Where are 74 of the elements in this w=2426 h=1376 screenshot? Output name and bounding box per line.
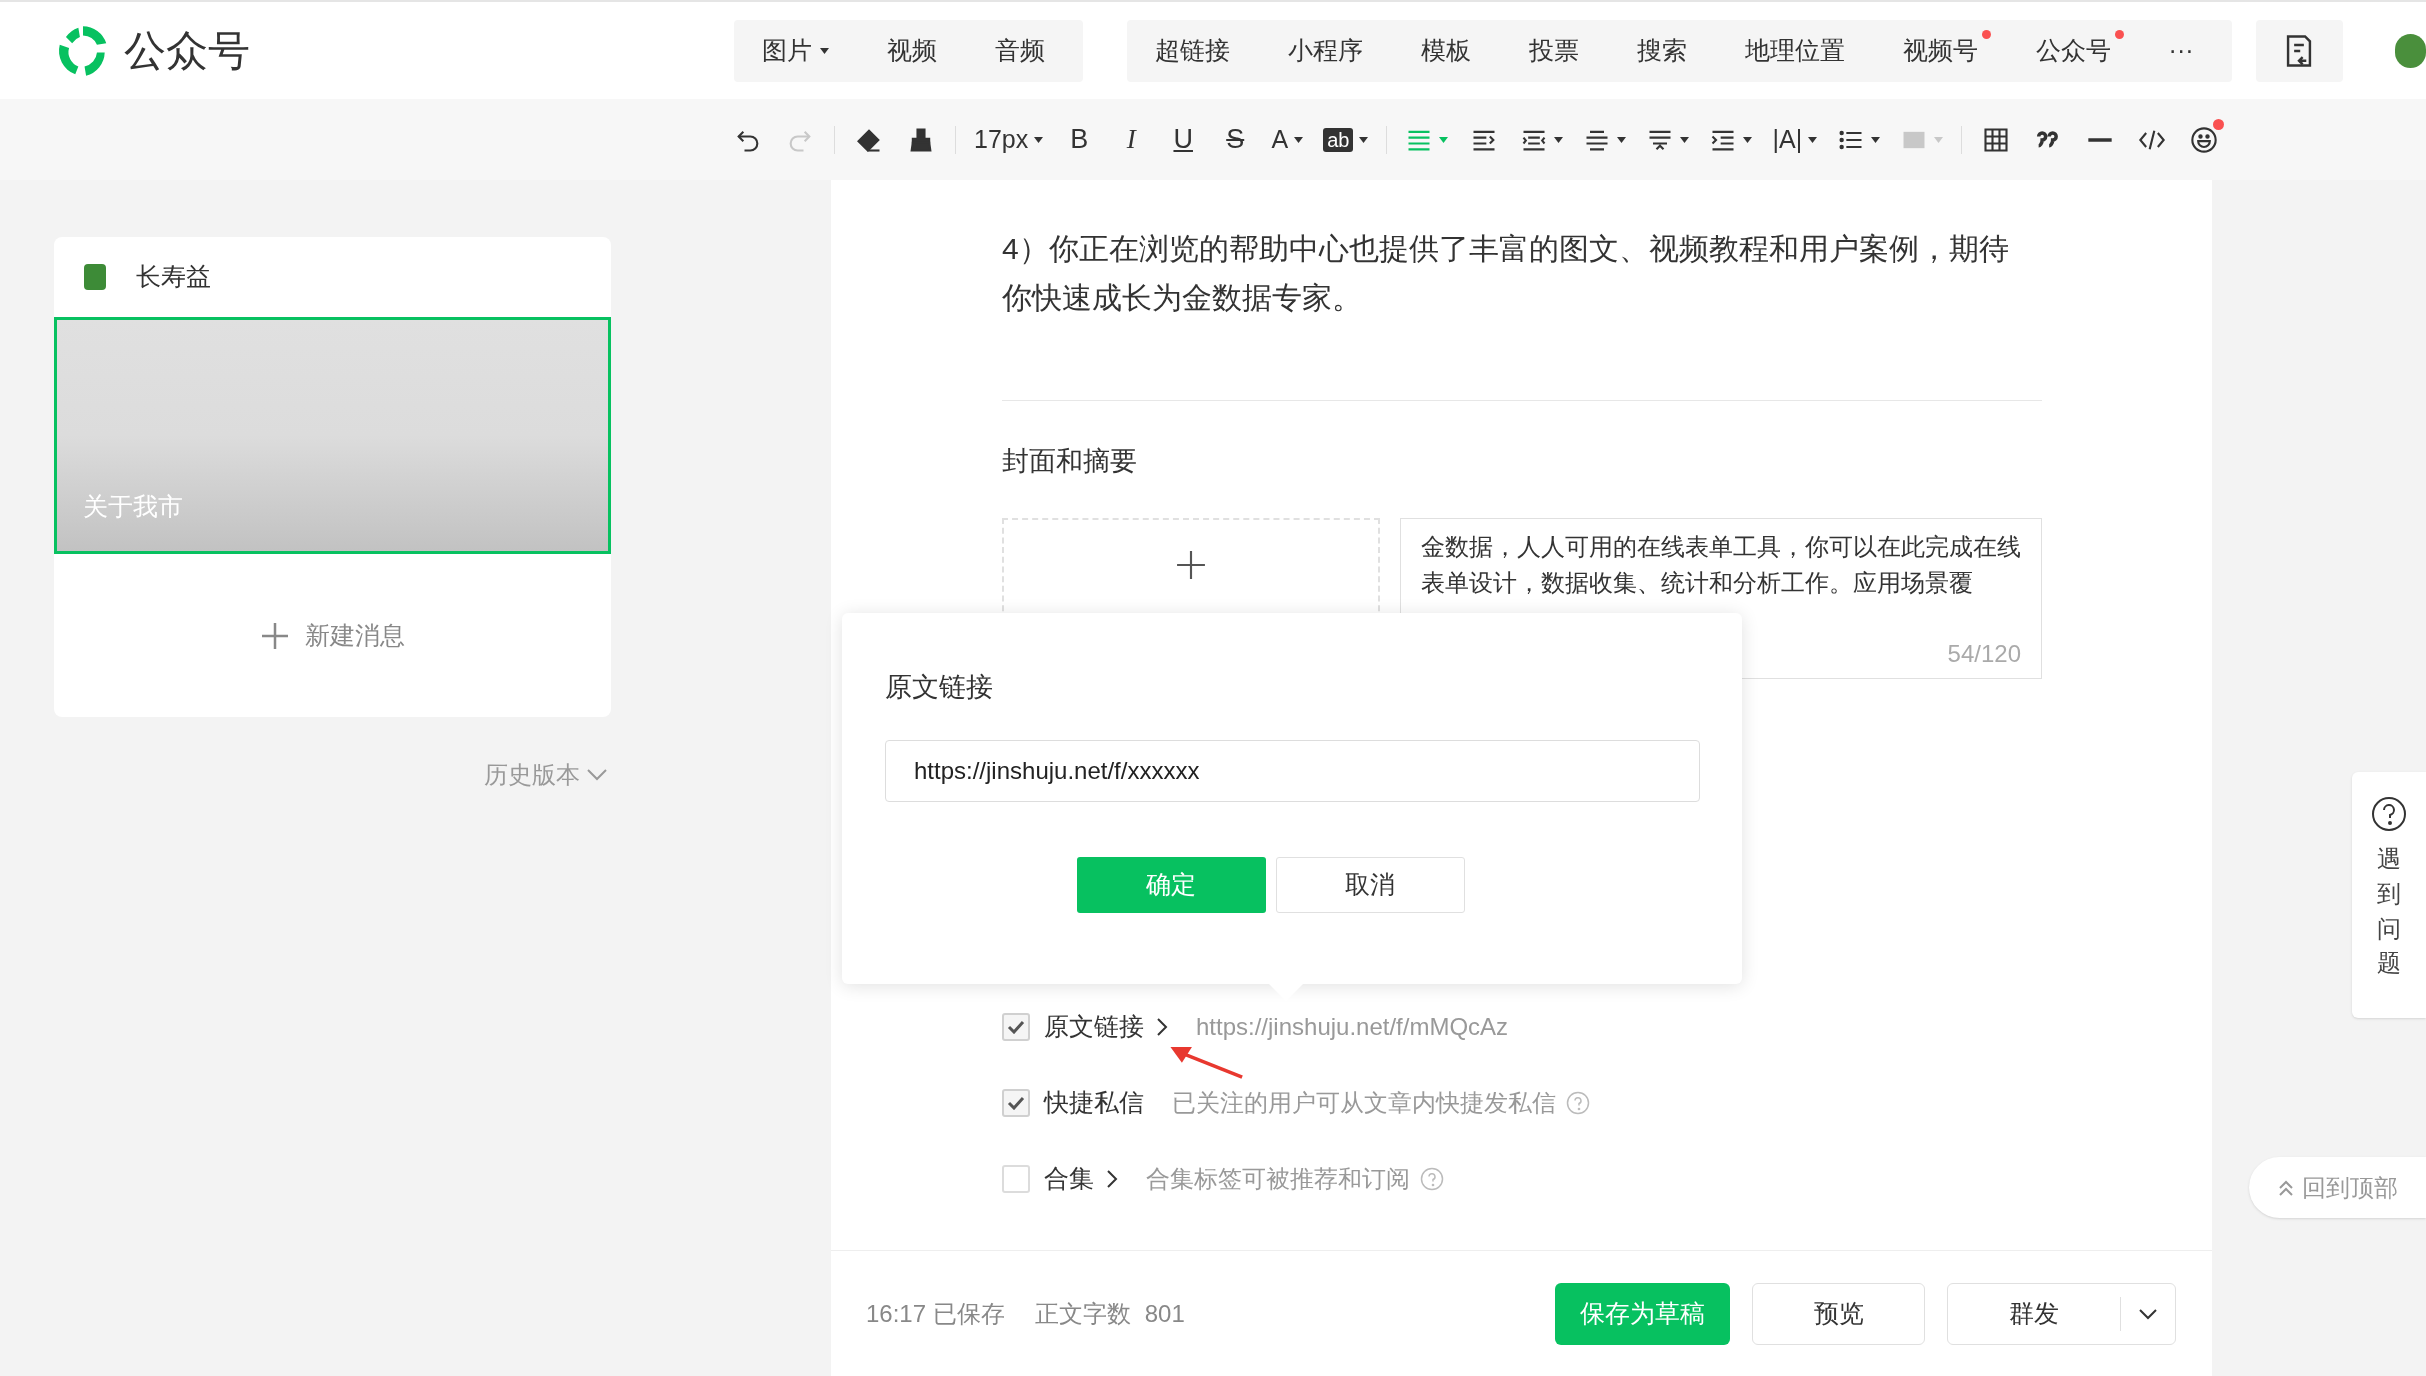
option-label: 原文链接	[1044, 1010, 1144, 1042]
caret-icon	[1680, 136, 1690, 143]
toolbar-button[interactable]: A	[1261, 114, 1314, 165]
new-message-button[interactable]: 新建消息	[54, 554, 611, 717]
plus-icon	[260, 621, 289, 650]
toolbar-button[interactable]: I	[1105, 114, 1158, 165]
plus-icon	[1176, 549, 1206, 580]
caret-icon	[1617, 136, 1627, 143]
toolbar-tab[interactable]: 图片	[757, 27, 843, 74]
toolbar-tab[interactable]: 视频	[882, 27, 951, 74]
dialog-title: 原文链接	[885, 671, 994, 704]
checkbox[interactable]	[1002, 1164, 1030, 1193]
article-paragraph: 4）你正在浏览的帮助中心也提供了丰富的图文、视频教程和用户案例，期待你快速成长为金数据专家。	[1002, 231, 2010, 316]
toolbar-button[interactable]: ab	[1313, 114, 1379, 165]
caret-icon	[1743, 136, 1753, 143]
word-count-label: 正文字数	[1034, 1298, 1131, 1329]
account-avatar[interactable]	[2395, 33, 2426, 68]
toolbar-tab[interactable]: 搜索	[1632, 27, 1701, 74]
caret-icon	[1294, 136, 1304, 143]
preview-toggle-button[interactable]	[2255, 19, 2343, 82]
brush-icon	[907, 125, 935, 154]
section-title: 封面和摘要	[1002, 445, 1138, 478]
caret-icon	[1871, 136, 1881, 143]
option-description: 已关注的用户可从文章内快捷发私信	[1172, 1087, 1556, 1118]
toolbar-tab[interactable]: 地理位置	[1740, 27, 1859, 74]
toolbar-button[interactable]: U	[1157, 114, 1210, 165]
account-name: 长寿益	[136, 261, 211, 293]
toolbar-button[interactable]: B	[1053, 114, 1106, 165]
help-label: 遇到问题	[2377, 844, 2401, 979]
caret-icon	[1439, 136, 1449, 143]
chevron-down-icon	[586, 768, 608, 782]
character-count: 54/120	[1947, 638, 2021, 669]
toolbar-tab[interactable]: 投票	[1524, 27, 1593, 74]
word-count: 801	[1144, 1298, 1185, 1329]
caret-icon	[1808, 136, 1818, 143]
save-status: 16:17 已保存	[866, 1298, 1005, 1329]
app-title: 公众号	[124, 26, 250, 76]
checkbox[interactable]	[1002, 1088, 1030, 1117]
help-icon	[2371, 796, 2407, 832]
toolbar-button[interactable]: S	[1209, 114, 1262, 165]
option-label: 合集	[1044, 1162, 1094, 1194]
help-panel[interactable]: 遇到问题	[2352, 772, 2426, 1018]
caret-icon	[1934, 136, 1944, 143]
toolbar-tab[interactable]: 小程序	[1283, 27, 1377, 74]
preview-button[interactable]: 预览	[1752, 1282, 1925, 1345]
checkmark-icon	[1007, 1019, 1025, 1034]
toolbar-tab[interactable]: 超链接	[1150, 27, 1244, 74]
caret-icon	[1034, 136, 1044, 143]
toolbar-tab[interactable]: 音频	[990, 27, 1059, 74]
publish-button[interactable]: 群发	[1948, 1283, 2120, 1344]
toolbar-tab[interactable]: 视频号	[1898, 27, 1992, 74]
double-chevron-up-icon	[2277, 1178, 2294, 1197]
smiley-icon	[2190, 125, 2219, 154]
option-description: https://jinshuju.net/f/mMQcAz	[1196, 1011, 1509, 1042]
horizontal-line-icon	[2086, 137, 2115, 142]
cancel-button[interactable]: 取消	[1275, 856, 1465, 913]
toolbar-button[interactable]: |A|	[1762, 114, 1828, 165]
chevron-right-icon[interactable]	[1156, 1016, 1168, 1037]
option-description: 合集标签可被推荐和订阅	[1146, 1163, 1410, 1194]
table-icon	[1982, 125, 2011, 154]
toolbar-tab[interactable]: 公众号	[2031, 27, 2125, 74]
toolbar-button[interactable]: 17px	[964, 114, 1054, 165]
account-logo	[84, 264, 106, 290]
caret-icon	[819, 47, 829, 54]
chevron-down-icon	[2138, 1307, 2158, 1320]
checkmark-icon	[1007, 1095, 1025, 1110]
url-input[interactable]: https://jinshuju.net/f/xxxxxx	[885, 739, 1700, 802]
caret-icon	[1359, 136, 1369, 143]
toolbar-tab[interactable]: 模板	[1416, 27, 1485, 74]
toolbar-tab[interactable]: ···	[2164, 27, 2208, 74]
chevron-right-icon[interactable]	[1106, 1168, 1118, 1189]
checkbox[interactable]	[1002, 1012, 1030, 1041]
option-label: 快捷私信	[1044, 1086, 1144, 1118]
caret-icon	[1554, 136, 1564, 143]
